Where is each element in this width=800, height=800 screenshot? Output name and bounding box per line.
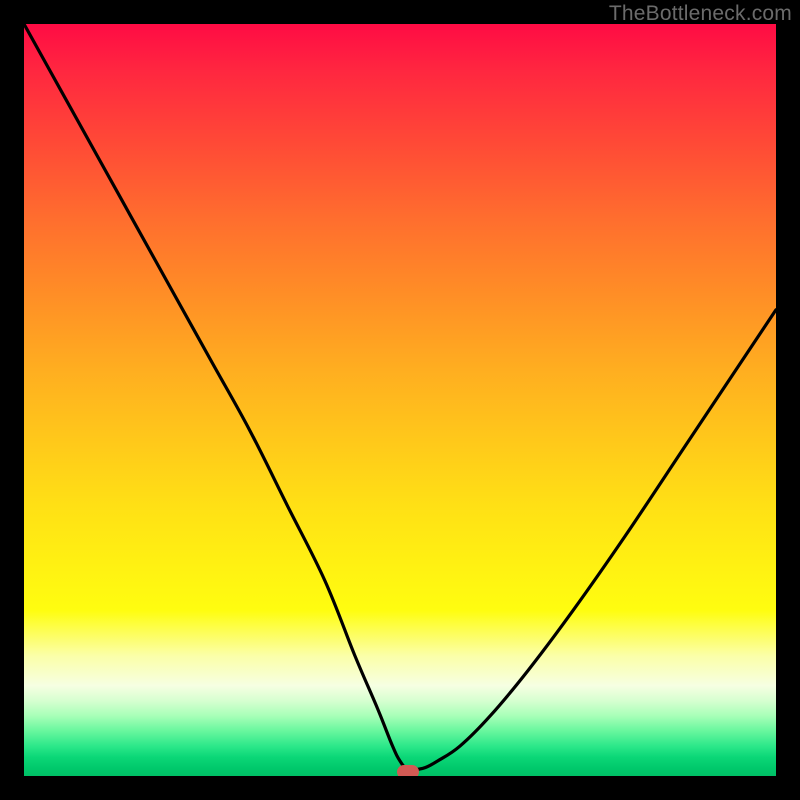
optimal-point-marker: [397, 765, 419, 776]
chart-frame: TheBottleneck.com: [0, 0, 800, 800]
plot-area: [24, 24, 776, 776]
bottleneck-curve: [24, 24, 776, 776]
watermark-text: TheBottleneck.com: [609, 2, 792, 26]
